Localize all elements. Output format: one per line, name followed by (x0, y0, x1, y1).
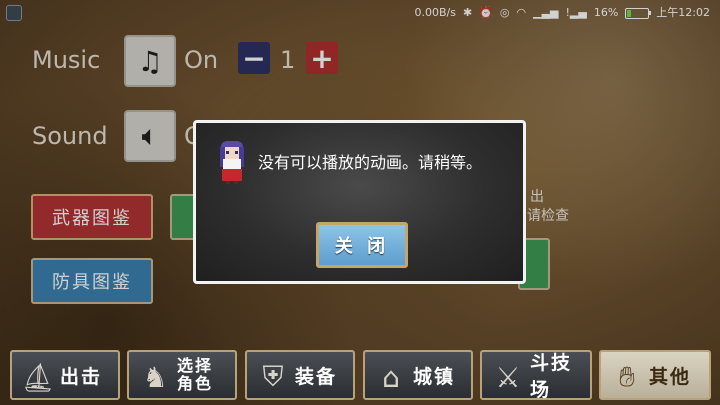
nav-equipment[interactable]: ⛨ 装备 (245, 350, 355, 400)
boat-icon: ⛵︎ (20, 360, 56, 394)
nav-arena-label: 斗技场 (530, 352, 573, 401)
character-portrait-icon (220, 141, 244, 184)
nav-sortie[interactable]: ⛵︎ 出击 (10, 350, 120, 400)
nav-character-select-line1: 选择 (177, 356, 214, 375)
nav-character-select-label: 选择 角色 (177, 352, 213, 398)
hand-icon: ✋︎ (619, 360, 635, 393)
nav-equipment-label: 装备 (295, 365, 338, 388)
nav-town-label: 城镇 (413, 365, 456, 388)
nav-character-select-line2: 角色 (177, 374, 214, 393)
close-button[interactable]: 关 闭 (316, 222, 408, 268)
nav-other-label: 其他 (649, 365, 692, 388)
town-icon: ⌂ (382, 360, 400, 394)
nav-character-select[interactable]: ♞ 选择 角色 (127, 350, 237, 400)
dialog-message: 没有可以播放的动画。请稍等。 (258, 153, 483, 172)
armor-icon: ⛨ (262, 360, 284, 393)
nav-arena[interactable]: ⚔ 斗技场 (480, 350, 592, 401)
crossed-swords-icon: ⚔ (495, 360, 521, 394)
nav-other[interactable]: ✋︎ 其他 (599, 350, 711, 400)
message-dialog: 没有可以播放的动画。请稍等。 关 闭 (193, 120, 526, 284)
character-select-icon: ♞ (142, 360, 168, 394)
nav-sortie-label: 出击 (60, 365, 103, 388)
nav-town[interactable]: ⌂ 城镇 (363, 350, 473, 400)
